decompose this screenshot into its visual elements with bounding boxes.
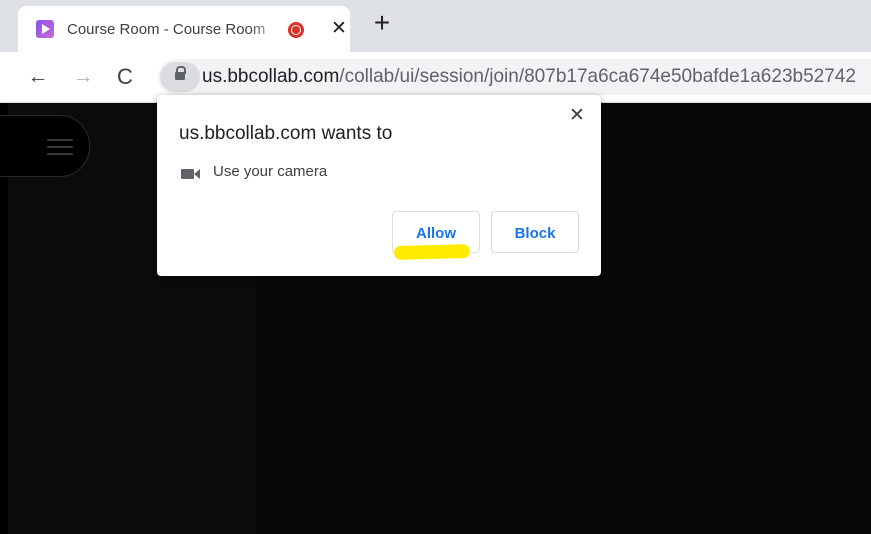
permission-text: Use your camera bbox=[213, 163, 328, 180]
highlight-annotation bbox=[393, 244, 471, 260]
dialog-title: us.bbcollab.com wants to bbox=[179, 123, 393, 144]
lock-icon bbox=[175, 66, 186, 80]
address-bar[interactable]: us.bbcollab.com/collab/ui/session/join/8… bbox=[158, 59, 871, 95]
dialog-close-icon[interactable]: ✕ bbox=[566, 105, 588, 127]
reload-button[interactable]: C bbox=[112, 64, 138, 90]
block-button[interactable]: Block bbox=[491, 211, 579, 253]
forward-button[interactable]: → bbox=[70, 64, 96, 90]
tab-close-icon[interactable]: ✕ bbox=[329, 19, 349, 39]
site-info-button[interactable] bbox=[160, 62, 200, 92]
url-text[interactable]: us.bbcollab.com/collab/ui/session/join/8… bbox=[202, 66, 856, 88]
session-menu-button[interactable] bbox=[0, 115, 90, 177]
back-button[interactable]: ← bbox=[25, 64, 51, 90]
permission-dialog: ✕ us.bbcollab.com wants to Use your came… bbox=[157, 95, 601, 276]
tab-strip: Course Room - Course Room ✕ + bbox=[0, 0, 871, 52]
url-domain: us.bbcollab.com bbox=[202, 66, 340, 87]
new-tab-button[interactable]: + bbox=[369, 9, 395, 37]
tab-course-room[interactable]: Course Room - Course Room ✕ bbox=[18, 6, 350, 52]
hamburger-menu-icon bbox=[47, 139, 73, 157]
favicon-icon bbox=[36, 20, 54, 38]
tab-title: Course Room - Course Room bbox=[67, 21, 266, 38]
recording-icon bbox=[288, 22, 304, 38]
url-path: /collab/ui/session/join/807b17a6ca674e50… bbox=[339, 66, 856, 87]
camera-icon bbox=[181, 169, 200, 179]
